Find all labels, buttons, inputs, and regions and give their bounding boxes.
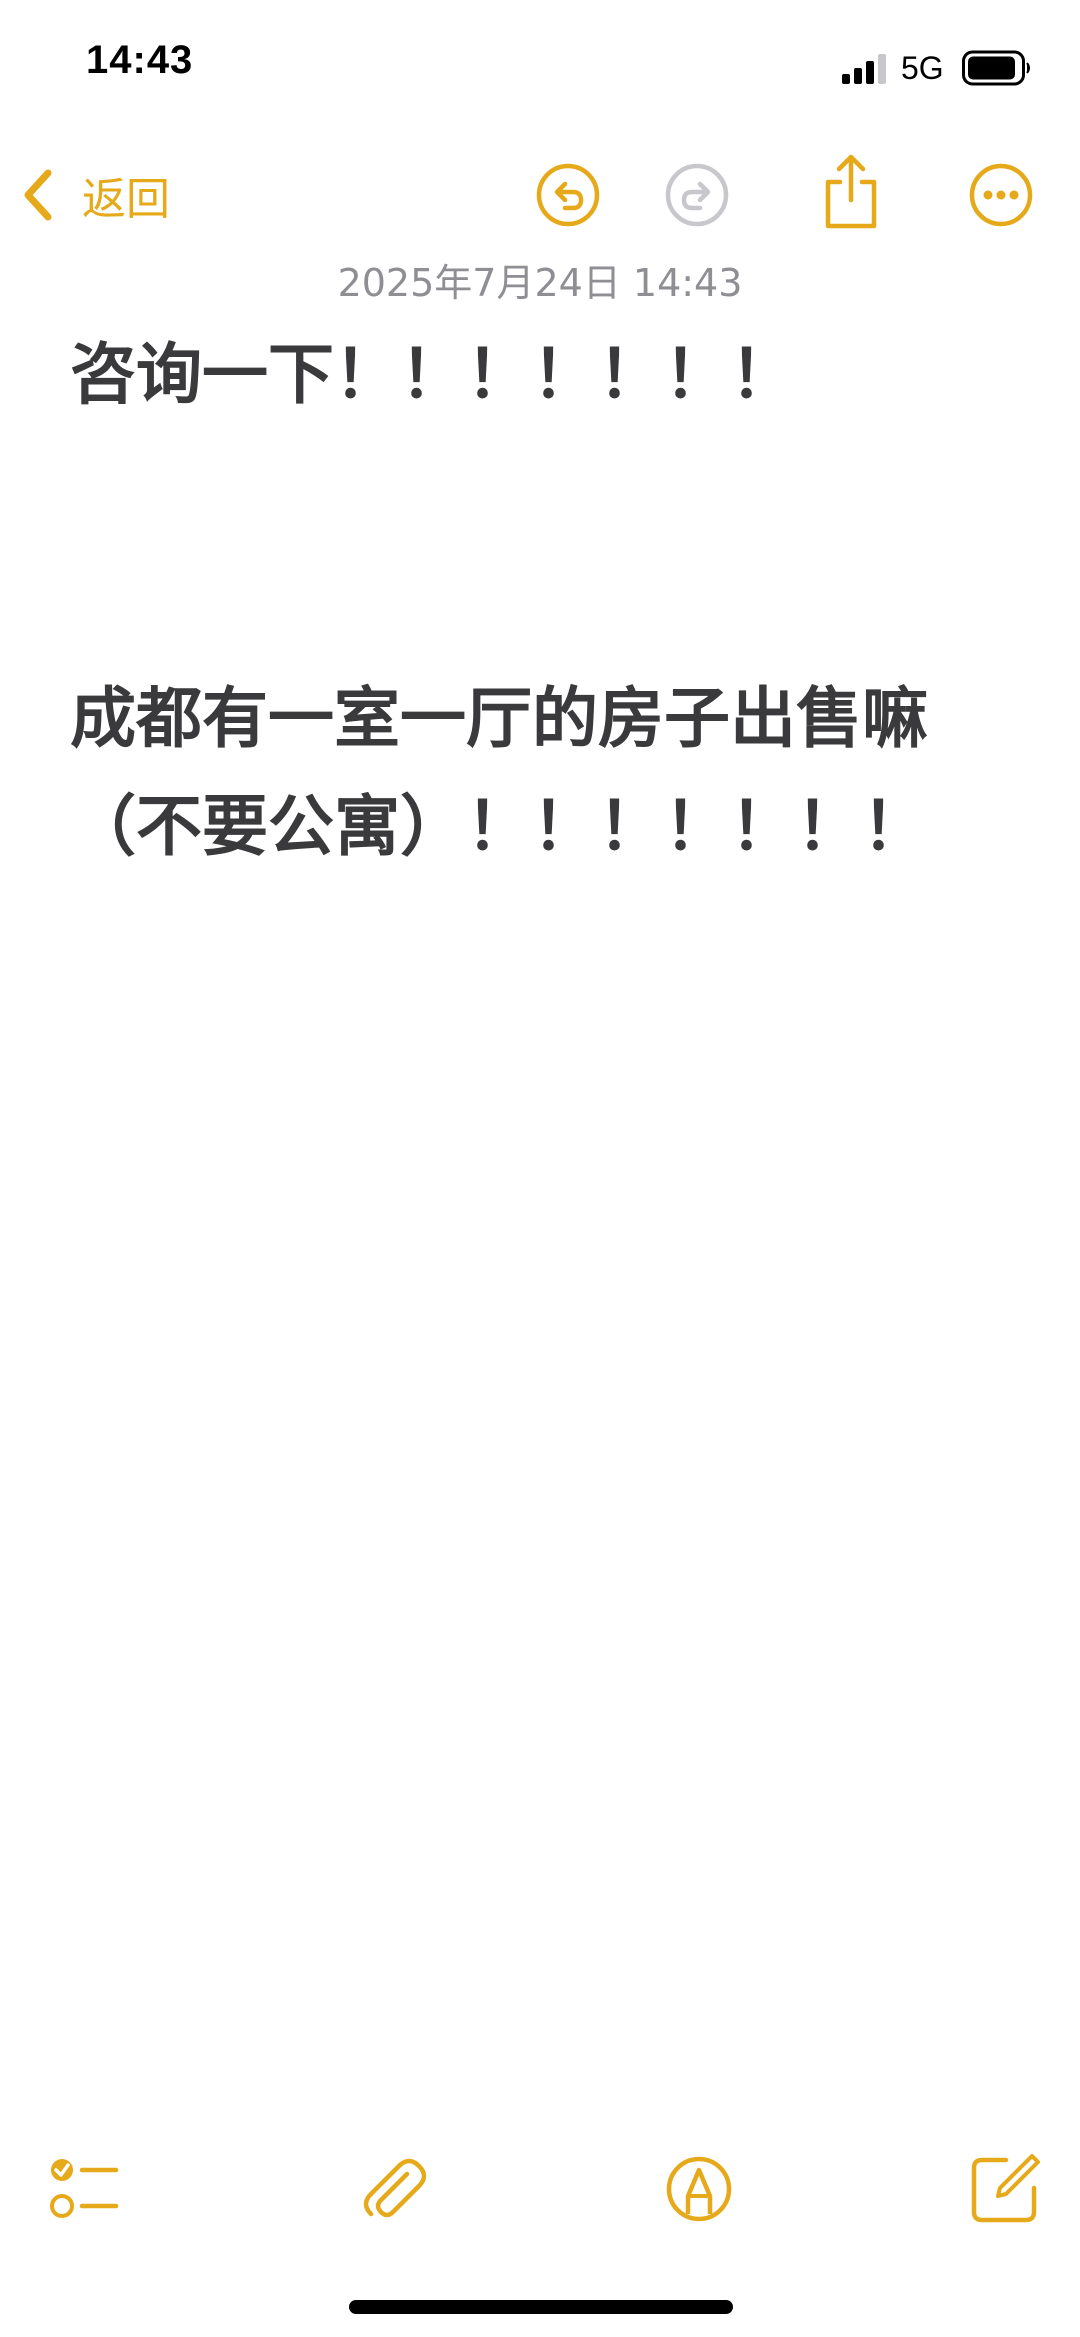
note-paragraph: 成都有一室一厅的房子出售嘛（不要公寓）！！！！！！！ bbox=[70, 680, 928, 865]
battery-icon bbox=[962, 50, 1030, 86]
cellular-signal-icon bbox=[842, 54, 886, 84]
undo-icon[interactable] bbox=[535, 162, 601, 228]
chevron-left-icon bbox=[24, 169, 52, 221]
blank-lines bbox=[70, 425, 1030, 665]
compose-icon[interactable] bbox=[966, 2150, 1044, 2228]
back-button[interactable]: 返回 bbox=[18, 160, 170, 230]
redo-icon[interactable] bbox=[664, 162, 730, 228]
status-time: 14:43 bbox=[86, 38, 194, 82]
back-label: 返回 bbox=[82, 174, 170, 225]
note-editor[interactable]: 咨询一下！！！！！！！ 成都有一室一厅的房子出售嘛（不要公寓）！！！！！！！ bbox=[70, 325, 1030, 881]
status-bar: 14:43 5G bbox=[0, 0, 1080, 130]
share-icon[interactable] bbox=[818, 152, 884, 230]
note-date: 2025年7月24日 14:43 bbox=[337, 261, 743, 305]
nav-bar: 返回 bbox=[0, 150, 1080, 240]
network-label: 5G bbox=[901, 50, 944, 86]
paperclip-icon[interactable] bbox=[355, 2150, 433, 2228]
home-indicator[interactable] bbox=[349, 2300, 733, 2314]
bottom-toolbar bbox=[0, 2140, 1080, 2250]
markup-pen-icon[interactable] bbox=[660, 2150, 738, 2228]
checklist-icon[interactable] bbox=[46, 2150, 124, 2228]
more-icon[interactable] bbox=[968, 162, 1034, 228]
note-title: 咨询一下！！！！！！！ bbox=[70, 336, 796, 413]
